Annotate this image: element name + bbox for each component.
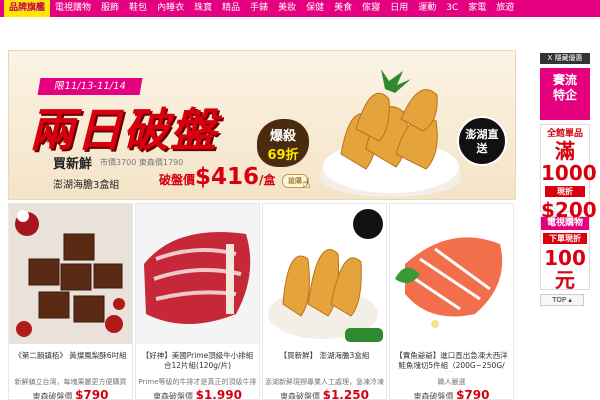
product-price: 東森破盤價 $790	[9, 388, 132, 400]
product-row: 《第二韻鎮栢》 黃燦鳳梨酥6吋組 新鮮鎮立台灣，每塊果麗更方便購買 東森破盤價 …	[8, 203, 516, 400]
product-card[interactable]: 【買新鮮】 澎湖海膽3盒組 澎湖新鮮現撈專業人工處理，急凍冷凍 東森破盤價 $1…	[262, 203, 387, 400]
price-label: 東森破盤價	[32, 392, 73, 400]
nav-item[interactable]: 旅遊	[491, 0, 519, 17]
price-label: 東森破盤價	[413, 392, 454, 400]
sea-urchin-bowl-image	[319, 69, 461, 197]
nav-item[interactable]: 家電	[463, 0, 491, 17]
product-card[interactable]: 【好神】美國Prime頂級牛小排組合12片組(120g/片) Prime等級的牛…	[135, 203, 260, 400]
back-to-top-button[interactable]: TOP ▴	[540, 294, 584, 306]
product-desc: 新鮮鎮立台灣，每塊果麗更方便購買	[14, 378, 127, 386]
tv-shopping-block[interactable]: 電視購物 下單現折 100元	[540, 216, 590, 292]
pointer-cursor-icon: ☝	[302, 176, 311, 192]
discount-line-1: 爆殺	[269, 129, 296, 144]
nav-item[interactable]: 保健	[301, 0, 329, 17]
sea-urchin-product-image	[263, 204, 386, 344]
tv-shopping-sub: 下單現折	[543, 233, 587, 244]
product-title: 《第二韻鎮栢》 黃燦鳳梨酥6吋組	[14, 351, 127, 360]
nav-item[interactable]: 3C	[441, 0, 463, 17]
sale-amount: $416	[195, 164, 260, 190]
nav-item[interactable]: 運動	[413, 0, 441, 17]
product-card[interactable]: 《第二韻鎮栢》 黃燦鳳梨酥6吋組 新鮮鎮立台灣，每塊果麗更方便購買 東森破盤價 …	[8, 203, 133, 400]
nav-item[interactable]: 傢寢	[357, 0, 385, 17]
top-category-nav: 品牌旗艦 電視購物 服飾 鞋包 內睡衣 珠寶 精品 手錶 美妝 保健 美食 傢寢 日用 運動 3C 家電 旅遊	[0, 0, 600, 17]
discount-tag: 現折	[545, 186, 585, 197]
nav-item[interactable]: 品牌旗艦	[4, 0, 51, 17]
product-title: 【買新鮮】 澎湖海膽3盒組	[279, 351, 370, 360]
banner-headline: 兩日破盤	[29, 103, 217, 157]
product-price: 東森破盤價 $790	[390, 388, 513, 400]
nav-item[interactable]: 鞋包	[124, 0, 152, 17]
bundle-name: 澎湖海膽3盒組	[53, 180, 120, 191]
origin-seal: 澎湖直送	[457, 116, 507, 166]
nav-item[interactable]: 內睡衣	[152, 0, 189, 17]
beef-short-rib-image	[136, 204, 259, 344]
nav-item[interactable]: 精品	[217, 0, 245, 17]
tv-shopping-header: 電視購物	[541, 217, 589, 230]
discount-line-2: 69折	[267, 148, 299, 163]
nav-item[interactable]: 珠寶	[189, 0, 217, 17]
nav-item[interactable]: 手錶	[245, 0, 273, 17]
product-desc: Prime等級的牛排才是真正的頂級牛排	[138, 378, 257, 386]
price-label: 東森破盤價	[153, 392, 194, 400]
special-line-2: 特企	[552, 88, 577, 102]
product-card[interactable]: 【賣魚爺爺】進口直出急凍大西洋鮭魚塊切5件組（200G~250G/件） 職人嚴選…	[389, 203, 514, 400]
hide-offers-button[interactable]: X 隱藏優惠	[540, 53, 590, 64]
promo-banner[interactable]: 限11/13-11/14 兩日破盤 爆殺 69折 買新鮮 市價3700 東森價1…	[8, 50, 516, 200]
product-title: 【賣魚爺爺】進口直出急凍大西洋鮭魚塊切5件組（200G~250G/件）	[395, 351, 508, 372]
price-value: $790	[456, 388, 490, 400]
sale-prefix: 破盤價	[159, 173, 196, 187]
nav-item[interactable]: 日用	[385, 0, 413, 17]
nav-item[interactable]: 美食	[329, 0, 357, 17]
price-label: 東森破盤價	[280, 392, 321, 400]
price-value: $790	[75, 388, 109, 400]
discount-threshold: 滿1000	[541, 139, 597, 185]
date-range-tag: 限11/13-11/14	[37, 78, 143, 95]
special-promo-block[interactable]: 賽流 特企	[540, 68, 590, 120]
nav-item[interactable]: 美妝	[273, 0, 301, 17]
product-price: 東森破盤價 $1,990	[136, 388, 259, 400]
sale-unit: /盒	[259, 173, 276, 187]
nav-item[interactable]: 電視購物	[50, 0, 96, 17]
store-discount-block[interactable]: 全館單品 滿1000 現折 $200	[540, 124, 597, 221]
product-desc: 職人嚴選	[437, 378, 466, 386]
salmon-fillet-image	[390, 204, 513, 344]
seller-name: 買新鮮	[53, 157, 93, 172]
product-price: 東森破盤價 $1,250	[263, 388, 386, 400]
sale-price: 破盤價$416/盒	[159, 164, 275, 190]
price-value: $1,990	[195, 388, 242, 400]
tv-shopping-amount: 100元	[544, 246, 586, 292]
special-line-1: 賽流	[552, 73, 577, 87]
price-value: $1,250	[322, 388, 369, 400]
product-title: 【好神】美國Prime頂級牛小排組合12片組(120g/片)	[141, 351, 254, 370]
nav-item[interactable]: 服飾	[96, 0, 124, 17]
promo-sidebar: X 隱藏優惠 賽流 特企 全館單品 滿1000 現折 $200 電視購物 下單現…	[540, 53, 597, 306]
brown-sugar-image	[9, 204, 132, 344]
discount-badge: 爆殺 69折	[257, 119, 309, 167]
product-desc: 澎湖新鮮現撈專業人工處理，急凍冷凍	[265, 378, 384, 386]
